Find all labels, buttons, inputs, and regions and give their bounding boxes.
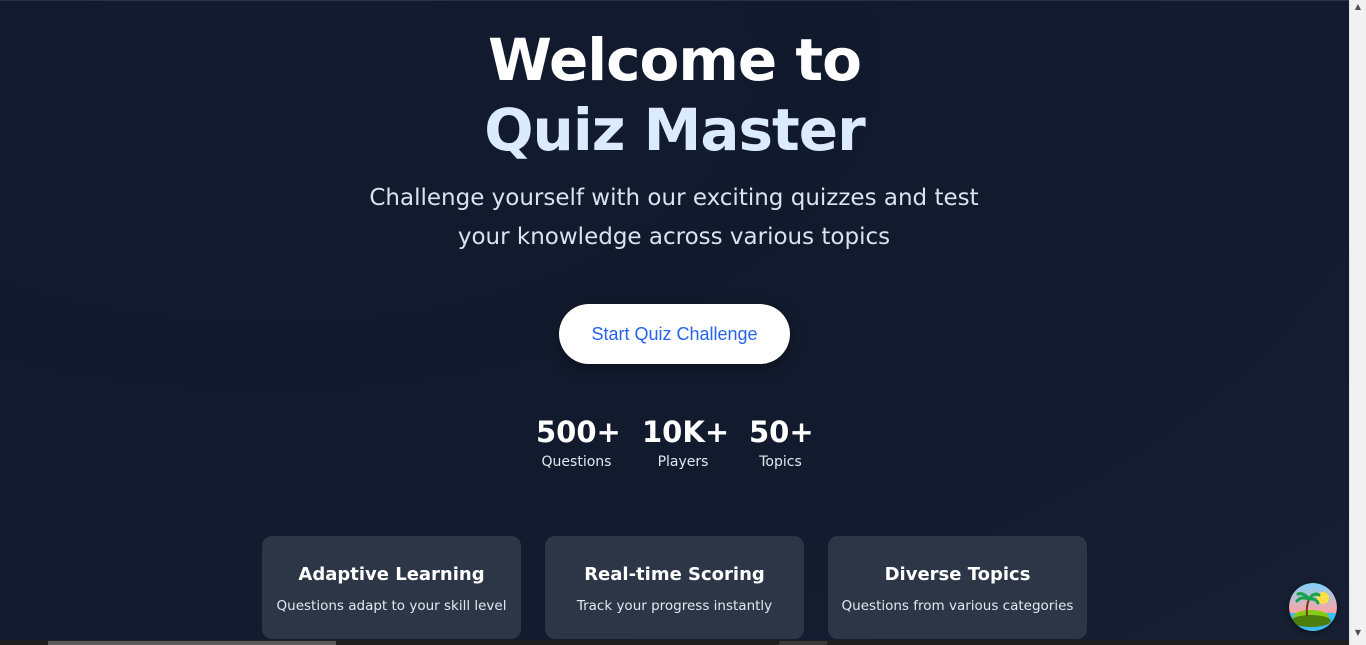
feature-card-title: Real-time Scoring — [584, 564, 765, 585]
floating-widget-button[interactable] — [1289, 583, 1337, 631]
hero-title-line1: Welcome to — [488, 26, 862, 94]
horizontal-scrollbar-segment — [779, 641, 827, 645]
vertical-scrollbar[interactable]: ▲ ▼ — [1349, 0, 1366, 645]
hero-subtitle: Challenge yourself with our exciting qui… — [369, 185, 979, 250]
horizontal-scrollbar[interactable] — [0, 640, 1349, 645]
stat-questions: 500+ Questions — [536, 413, 621, 472]
hero-title-line2: Quiz Master — [484, 96, 865, 164]
feature-card-title: Adaptive Learning — [298, 564, 485, 585]
stat-players: 10K+ Players — [642, 413, 730, 472]
page-viewport: Welcome to Quiz Master Challenge yoursel… — [0, 0, 1349, 641]
stat-value: 10K+ — [642, 415, 730, 449]
stat-label: Topics — [759, 454, 802, 470]
stat-label: Players — [657, 454, 709, 470]
feature-card-realtime-scoring: Real-time Scoring Track your progress in… — [545, 536, 804, 639]
island-palm-icon — [1289, 583, 1337, 631]
scroll-down-arrow-icon[interactable]: ▼ — [1350, 626, 1366, 640]
stat-value: 50+ — [749, 415, 814, 449]
start-quiz-button[interactable]: Start Quiz Challenge — [559, 304, 790, 364]
feature-card-description: Questions from various categories — [841, 598, 1074, 614]
feature-card-diverse-topics: Diverse Topics Questions from various ca… — [828, 536, 1087, 639]
feature-card-adaptive-learning: Adaptive Learning Questions adapt to you… — [262, 536, 521, 639]
horizontal-scrollbar-thumb[interactable] — [48, 641, 336, 645]
scroll-up-arrow-icon[interactable]: ▲ — [1350, 0, 1366, 14]
stat-value: 500+ — [536, 415, 621, 449]
feature-card-description: Questions adapt to your skill level — [276, 598, 507, 614]
stat-topics: 50+ Topics — [749, 413, 814, 472]
feature-card-description: Track your progress instantly — [576, 598, 773, 614]
vertical-scrollbar-track — [1354, 17, 1362, 617]
feature-card-title: Diverse Topics — [884, 564, 1031, 585]
stat-label: Questions — [541, 454, 612, 470]
